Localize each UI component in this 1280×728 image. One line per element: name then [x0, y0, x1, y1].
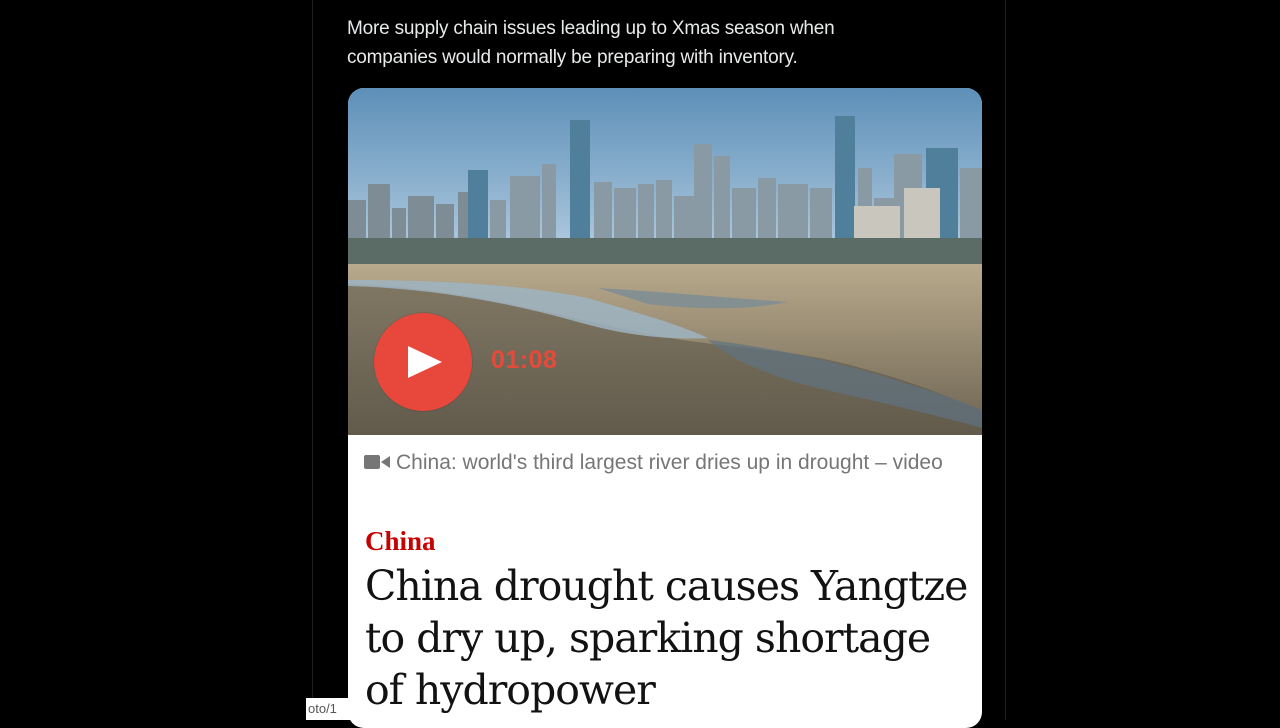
tweet-text: More supply chain issues leading up to X… — [347, 18, 835, 68]
section-kicker[interactable]: China — [365, 526, 436, 557]
play-icon — [408, 346, 442, 378]
article-card[interactable]: 01:08 China: world's third largest river… — [348, 88, 982, 728]
caption-text: China: world's third largest river dries… — [396, 451, 943, 474]
play-button[interactable] — [374, 313, 472, 411]
article-headline[interactable]: China drought causes Yangtze to dry up, … — [365, 560, 975, 716]
video-camera-icon — [364, 450, 390, 479]
video-caption: China: world's third largest river dries… — [364, 448, 964, 479]
video-thumbnail[interactable]: 01:08 — [348, 88, 982, 435]
corner-label: oto/1 — [306, 698, 352, 720]
video-duration: 01:08 — [491, 346, 558, 374]
